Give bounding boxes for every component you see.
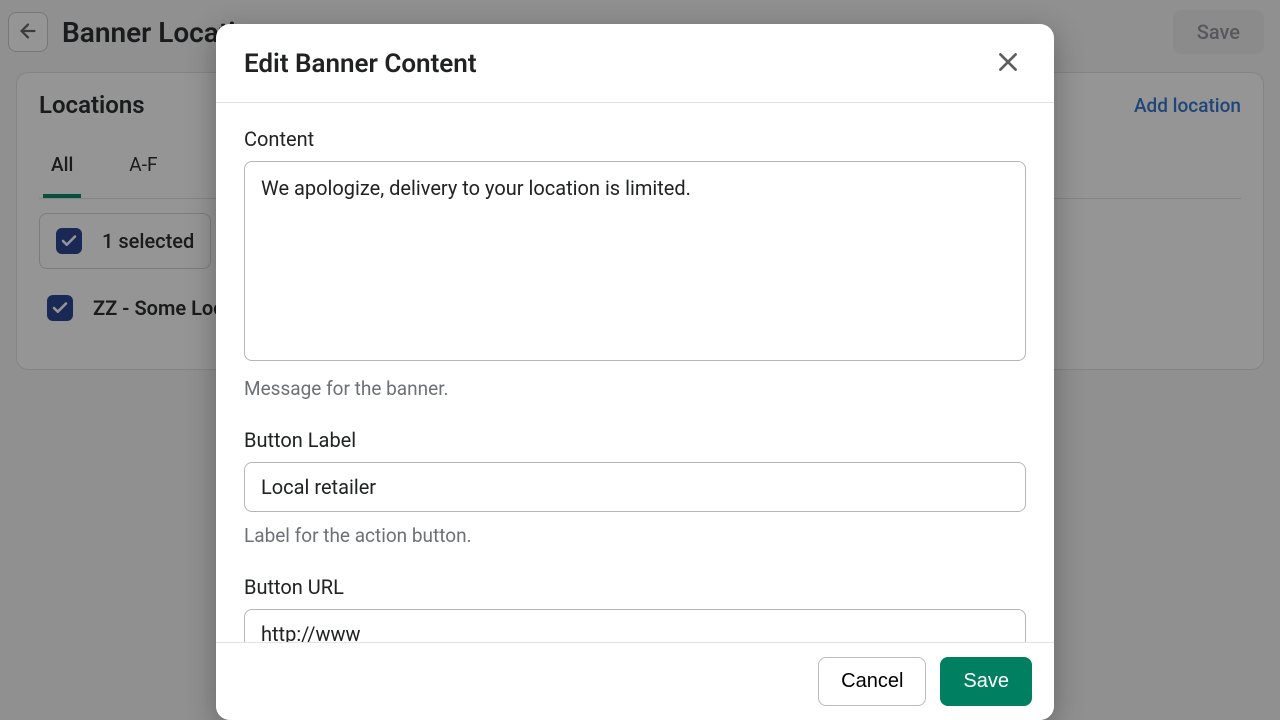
button-url-label: Button URL xyxy=(244,575,1026,599)
button-label-input[interactable] xyxy=(244,462,1026,512)
button-url-input[interactable] xyxy=(244,609,1026,642)
edit-banner-modal: Edit Banner Content Content Message for … xyxy=(216,24,1054,720)
content-label: Content xyxy=(244,127,1026,151)
modal-body[interactable]: Content Message for the banner. Button L… xyxy=(216,103,1054,642)
close-icon xyxy=(995,49,1021,79)
save-button[interactable]: Save xyxy=(940,657,1032,706)
cancel-button[interactable]: Cancel xyxy=(818,657,926,706)
content-helper: Message for the banner. xyxy=(244,377,1026,400)
button-label-helper: Label for the action button. xyxy=(244,524,1026,547)
content-textarea[interactable] xyxy=(244,161,1026,361)
modal-title: Edit Banner Content xyxy=(244,49,477,79)
button-label-label: Button Label xyxy=(244,428,1026,452)
modal-close-button[interactable] xyxy=(990,46,1026,82)
